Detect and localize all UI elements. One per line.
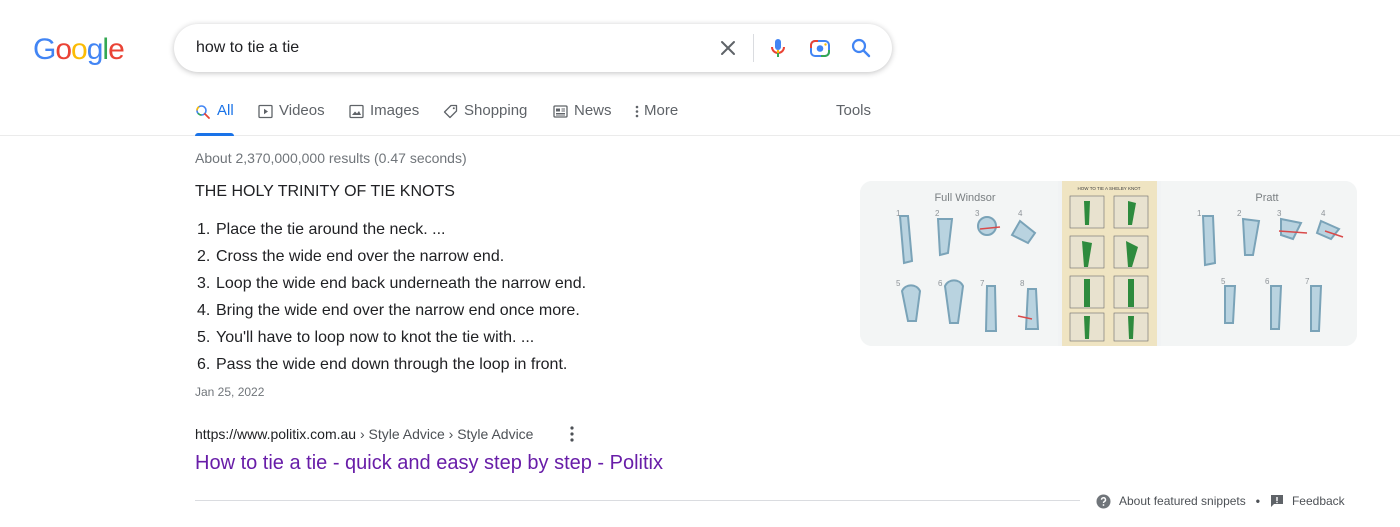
list-item: 3. Loop the wide end back underneath the …	[197, 270, 586, 297]
step-number: 5.	[197, 329, 211, 346]
logo-letter: e	[108, 33, 125, 66]
snippet-heading: THE HOLY TRINITY OF TIE KNOTS	[195, 183, 455, 200]
image-caption: Full Windsor	[934, 192, 995, 204]
breadcrumb: › Style Advice › Style Advice	[356, 426, 534, 442]
snippet-date: Jan 25, 2022	[195, 385, 265, 399]
feedback-icon	[1270, 495, 1283, 507]
close-icon[interactable]	[716, 36, 740, 60]
search-icon	[196, 105, 210, 119]
svg-text:7: 7	[1305, 277, 1310, 286]
search-icon[interactable]	[849, 36, 873, 60]
result-stats: About 2,370,000,000 results (0.47 second…	[195, 150, 467, 166]
step-number: 1.	[197, 221, 211, 238]
image-pratt[interactable]: Pratt 1 2 3 4 5 6 7	[1161, 181, 1357, 346]
tab-label: Videos	[279, 102, 325, 119]
list-item: 5. You'll have to loop now to knot the ti…	[197, 324, 586, 351]
tab-label: All	[217, 102, 234, 119]
separator-dot: •	[1255, 494, 1260, 508]
step-text: Bring the wide end over the narrow end o…	[216, 302, 580, 319]
svg-text:2: 2	[935, 209, 940, 218]
step-number: 2.	[197, 248, 211, 265]
step-text: Pass the wide end down through the loop …	[216, 356, 568, 373]
step-text: Loop the wide end back underneath the na…	[216, 275, 587, 292]
svg-text:1: 1	[896, 209, 901, 218]
more-options-icon[interactable]	[566, 424, 578, 444]
about-snippets-link[interactable]: About featured snippets	[1119, 493, 1246, 509]
step-number: 3.	[197, 275, 211, 292]
image-full-windsor[interactable]: Full Windsor 1 2 3 4 5 6 7 8	[860, 181, 1058, 346]
svg-text:3: 3	[1277, 209, 1282, 218]
snippet-footer: About featured snippets • Feedback	[1096, 493, 1345, 509]
logo-letter: o	[71, 33, 88, 66]
camera-lens-icon[interactable]	[808, 36, 832, 60]
help-icon	[1096, 494, 1111, 508]
tab-label: Images	[370, 102, 420, 119]
step-text: Cross the wide end over the narrow end.	[216, 248, 505, 265]
image-caption: Pratt	[1255, 192, 1278, 204]
step-text: You'll have to loop now to knot the tie …	[216, 329, 535, 346]
feedback-link[interactable]: Feedback	[1292, 493, 1345, 509]
tab-all[interactable]: All	[195, 100, 234, 136]
logo-letter: g	[86, 33, 104, 66]
svg-text:8: 8	[1020, 279, 1025, 288]
tools-label: Tools	[836, 102, 872, 119]
image-caption: HOW TO TIE A SHELBY KNOT	[1078, 186, 1141, 191]
svg-text:4: 4	[1018, 209, 1023, 218]
svg-text:7: 7	[980, 279, 985, 288]
tab-label: More	[644, 102, 679, 119]
more-vert-icon	[635, 105, 639, 118]
list-item: 2. Cross the wide end over the narrow end…	[197, 243, 586, 270]
search-tabs: All Videos Images Shopping News More Too…	[0, 90, 1400, 136]
news-icon	[553, 105, 568, 118]
tag-icon	[443, 104, 458, 119]
search-divider	[753, 34, 754, 62]
tab-label: Shopping	[464, 102, 528, 119]
result-domain: https://www.politix.com.au	[195, 426, 357, 442]
step-number: 6.	[197, 356, 211, 373]
list-item: 1. Place the tie around the neck. ...	[197, 216, 586, 243]
list-item: 6. Pass the wide end down through the loo…	[197, 351, 586, 378]
svg-text:6: 6	[938, 279, 943, 288]
svg-text:4: 4	[1321, 209, 1326, 218]
snippet-images: Full Windsor 1 2 3 4 5 6 7 8 HOW TO TIE A SHEL…	[860, 181, 1357, 346]
svg-text:3: 3	[975, 209, 980, 218]
list-item: 4. Bring the wide end over the narrow end…	[197, 297, 586, 324]
snippet-steps: 1. Place the tie around the neck. ... 2. C…	[197, 216, 586, 378]
logo-letter: o	[55, 33, 72, 66]
tab-news[interactable]: News	[553, 100, 612, 136]
image-shelby-knot[interactable]: HOW TO TIE A SHELBY KNOT	[1062, 181, 1157, 346]
result-title-link[interactable]: How to tie a tie - quick and easy step b…	[195, 450, 663, 476]
divider	[195, 500, 1080, 501]
step-number: 4.	[197, 302, 211, 319]
svg-text:5: 5	[1221, 277, 1226, 286]
tab-videos[interactable]: Videos	[258, 100, 325, 136]
svg-text:6: 6	[1265, 277, 1270, 286]
step-text: Place the tie around the neck. ...	[216, 221, 446, 238]
tab-more[interactable]: More	[634, 100, 678, 136]
result-url[interactable]: https://www.politix.com.au › Style Advic…	[195, 425, 533, 443]
logo-letter: G	[33, 33, 56, 66]
tab-images[interactable]: Images	[349, 100, 419, 136]
search-input[interactable]: how to tie a tie	[196, 38, 299, 58]
svg-text:2: 2	[1237, 209, 1242, 218]
video-icon	[258, 104, 273, 119]
microphone-icon[interactable]	[766, 36, 790, 60]
search-box[interactable]: how to tie a tie	[174, 24, 892, 72]
tools-button[interactable]: Tools	[836, 100, 871, 136]
tab-label: News	[574, 102, 612, 119]
image-icon	[349, 104, 364, 119]
tab-shopping[interactable]: Shopping	[443, 100, 527, 136]
svg-text:5: 5	[896, 279, 901, 288]
svg-text:1: 1	[1197, 209, 1202, 218]
google-logo[interactable]: Google	[33, 30, 125, 70]
